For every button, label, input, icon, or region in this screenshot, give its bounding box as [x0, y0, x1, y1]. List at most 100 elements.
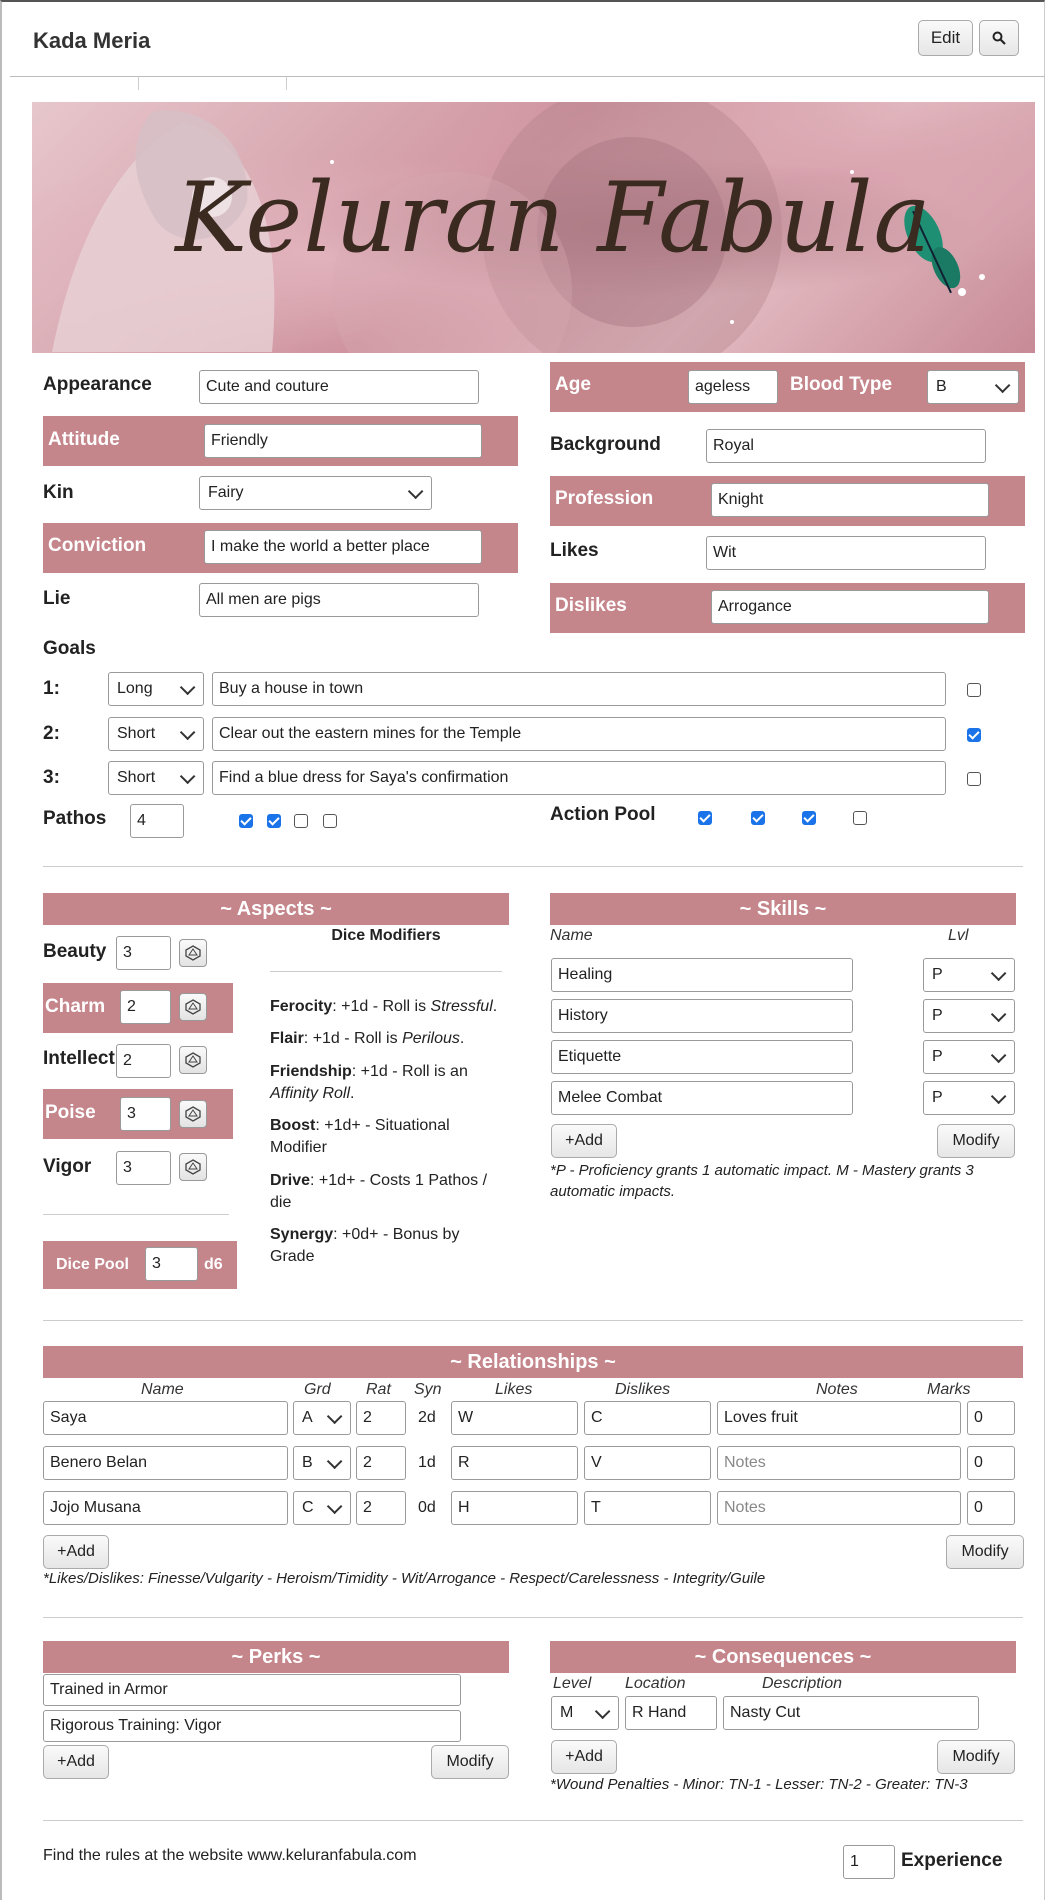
add-perk-button[interactable]: +Add [43, 1745, 109, 1779]
blood-type-select[interactable]: B [927, 370, 1019, 404]
goal-text-field[interactable]: Find a blue dress for Saya's confirmatio… [212, 761, 946, 795]
rel-likes-field[interactable]: R [451, 1446, 578, 1480]
consequence-level-select[interactable]: M [551, 1696, 619, 1730]
action-pool-checkbox[interactable] [751, 811, 765, 825]
action-pool-checkbox[interactable] [853, 811, 867, 825]
appearance-label: Appearance [43, 374, 152, 395]
dice-roll-button[interactable] [179, 1046, 207, 1074]
aspect-value-field[interactable]: 2 [116, 1044, 171, 1078]
dice-modifier: Drive: +1d+ - Costs 1 Pathos / die [270, 1172, 488, 1211]
edit-button[interactable]: Edit [918, 20, 973, 56]
perk-field[interactable]: Trained in Armor [43, 1674, 461, 1706]
rel-rating-field[interactable]: 2 [356, 1491, 406, 1525]
search-button[interactable] [979, 20, 1019, 56]
goal-done-checkbox[interactable] [967, 728, 981, 742]
aspect-value-field[interactable]: 2 [120, 990, 171, 1024]
dice-roll-button[interactable] [179, 1153, 207, 1181]
skill-level-select[interactable]: P [923, 1081, 1015, 1115]
rel-grade-select[interactable]: A [293, 1401, 351, 1435]
rel-marks-field[interactable]: 0 [967, 1446, 1015, 1480]
cons-column-location: Location [625, 1675, 686, 1692]
rel-rating-field[interactable]: 2 [356, 1446, 406, 1480]
consequence-description-field[interactable]: Nasty Cut [723, 1696, 979, 1730]
pathos-checkbox[interactable] [323, 814, 337, 828]
rel-marks-field[interactable]: 0 [967, 1491, 1015, 1525]
rel-likes-field[interactable]: H [451, 1491, 578, 1525]
rel-notes-field[interactable]: Notes [717, 1446, 961, 1480]
rel-synergy: 0d [418, 1499, 436, 1516]
modify-skills-button[interactable]: Modify [937, 1124, 1015, 1158]
skill-name-field[interactable]: Melee Combat [551, 1081, 853, 1115]
goal-text-field[interactable]: Clear out the eastern mines for the Temp… [212, 717, 946, 751]
add-relationship-button[interactable]: +Add [43, 1535, 109, 1569]
appearance-field[interactable]: Cute and couture [199, 370, 479, 404]
goal-done-checkbox[interactable] [967, 772, 981, 786]
pathos-checkbox[interactable] [239, 814, 253, 828]
experience-field[interactable]: 1 [843, 1845, 895, 1879]
dislikes-field[interactable]: Arrogance [711, 590, 989, 624]
conviction-field[interactable]: I make the world a better place [204, 530, 482, 564]
action-pool-checkbox[interactable] [802, 811, 816, 825]
chevron-down-icon [326, 1453, 343, 1469]
rel-marks-field[interactable]: 0 [967, 1401, 1015, 1435]
rel-column-likes: Likes [495, 1381, 533, 1398]
goal-done-checkbox[interactable] [967, 683, 981, 697]
aspect-value-field[interactable]: 3 [116, 1151, 171, 1185]
goal-term-select[interactable]: Short [108, 761, 204, 795]
skill-level-select[interactable]: P [923, 958, 1015, 992]
skill-level-value: P [932, 1007, 943, 1024]
likes-field[interactable]: Wit [706, 536, 986, 570]
aspect-value-field[interactable]: 3 [116, 936, 171, 970]
skill-name-field[interactable]: Etiquette [551, 1040, 853, 1074]
goal-term-select[interactable]: Short [108, 717, 204, 751]
divider [270, 971, 502, 972]
rel-dislikes-field[interactable]: C [584, 1401, 711, 1435]
lie-field[interactable]: All men are pigs [199, 583, 479, 617]
dice-modifier: Flair: +1d - Roll is Perilous. [270, 1030, 465, 1047]
profession-label: Profession [555, 488, 654, 509]
rel-rating-field[interactable]: 2 [356, 1401, 406, 1435]
rel-notes-field[interactable]: Loves fruit [717, 1401, 961, 1435]
action-pool-checkbox[interactable] [698, 811, 712, 825]
rel-grade-select[interactable]: C [293, 1491, 351, 1525]
background-field[interactable]: Royal [706, 429, 986, 463]
add-skill-button[interactable]: +Add [551, 1124, 617, 1158]
skill-name-field[interactable]: Healing [551, 958, 853, 992]
profession-field[interactable]: Knight [711, 483, 989, 517]
rel-name-field[interactable]: Jojo Musana [43, 1491, 288, 1525]
goal-term-select[interactable]: Long [108, 672, 204, 706]
rel-dislikes-field[interactable]: V [584, 1446, 711, 1480]
rel-grade-select[interactable]: B [293, 1446, 351, 1480]
relationships-note: *Likes/Dislikes: Finesse/Vulgarity - Her… [43, 1570, 766, 1587]
goal-text-field[interactable]: Buy a house in town [212, 672, 946, 706]
dice-roll-button[interactable] [179, 939, 207, 967]
dice-roll-button[interactable] [179, 993, 207, 1021]
lie-label: Lie [43, 588, 71, 609]
rel-dislikes-field[interactable]: T [584, 1491, 711, 1525]
modify-consequences-button[interactable]: Modify [937, 1740, 1015, 1774]
age-field[interactable]: ageless [688, 370, 778, 404]
attitude-field[interactable]: Friendly [204, 424, 482, 458]
pathos-checkbox[interactable] [267, 814, 281, 828]
rel-notes-field[interactable]: Notes [717, 1491, 961, 1525]
aspect-value-field[interactable]: 3 [120, 1097, 171, 1131]
rel-likes-field[interactable]: W [451, 1401, 578, 1435]
skill-level-select[interactable]: P [923, 999, 1015, 1033]
dice-roll-button[interactable] [179, 1100, 207, 1128]
perk-field[interactable]: Rigorous Training: Vigor [43, 1710, 461, 1742]
dice-modifier: Friendship: +1d - Roll is an Affinity Ro… [270, 1063, 468, 1102]
skill-name-field[interactable]: History [551, 999, 853, 1033]
dice-pool-field[interactable]: 3 [145, 1247, 198, 1281]
consequence-location-field[interactable]: R Hand [625, 1696, 717, 1730]
skill-level-select[interactable]: P [923, 1040, 1015, 1074]
add-consequence-button[interactable]: +Add [551, 1740, 617, 1774]
experience-label: Experience [901, 1850, 1003, 1871]
kin-select[interactable]: Fairy [199, 476, 432, 510]
pathos-checkbox[interactable] [294, 814, 308, 828]
rel-name-field[interactable]: Saya [43, 1401, 288, 1435]
dice-modifier: Synergy: +0d+ - Bonus by Grade [270, 1226, 460, 1265]
pathos-field[interactable]: 4 [130, 804, 184, 838]
rel-name-field[interactable]: Benero Belan [43, 1446, 288, 1480]
modify-perks-button[interactable]: Modify [431, 1745, 509, 1779]
modify-relationships-button[interactable]: Modify [946, 1535, 1024, 1569]
